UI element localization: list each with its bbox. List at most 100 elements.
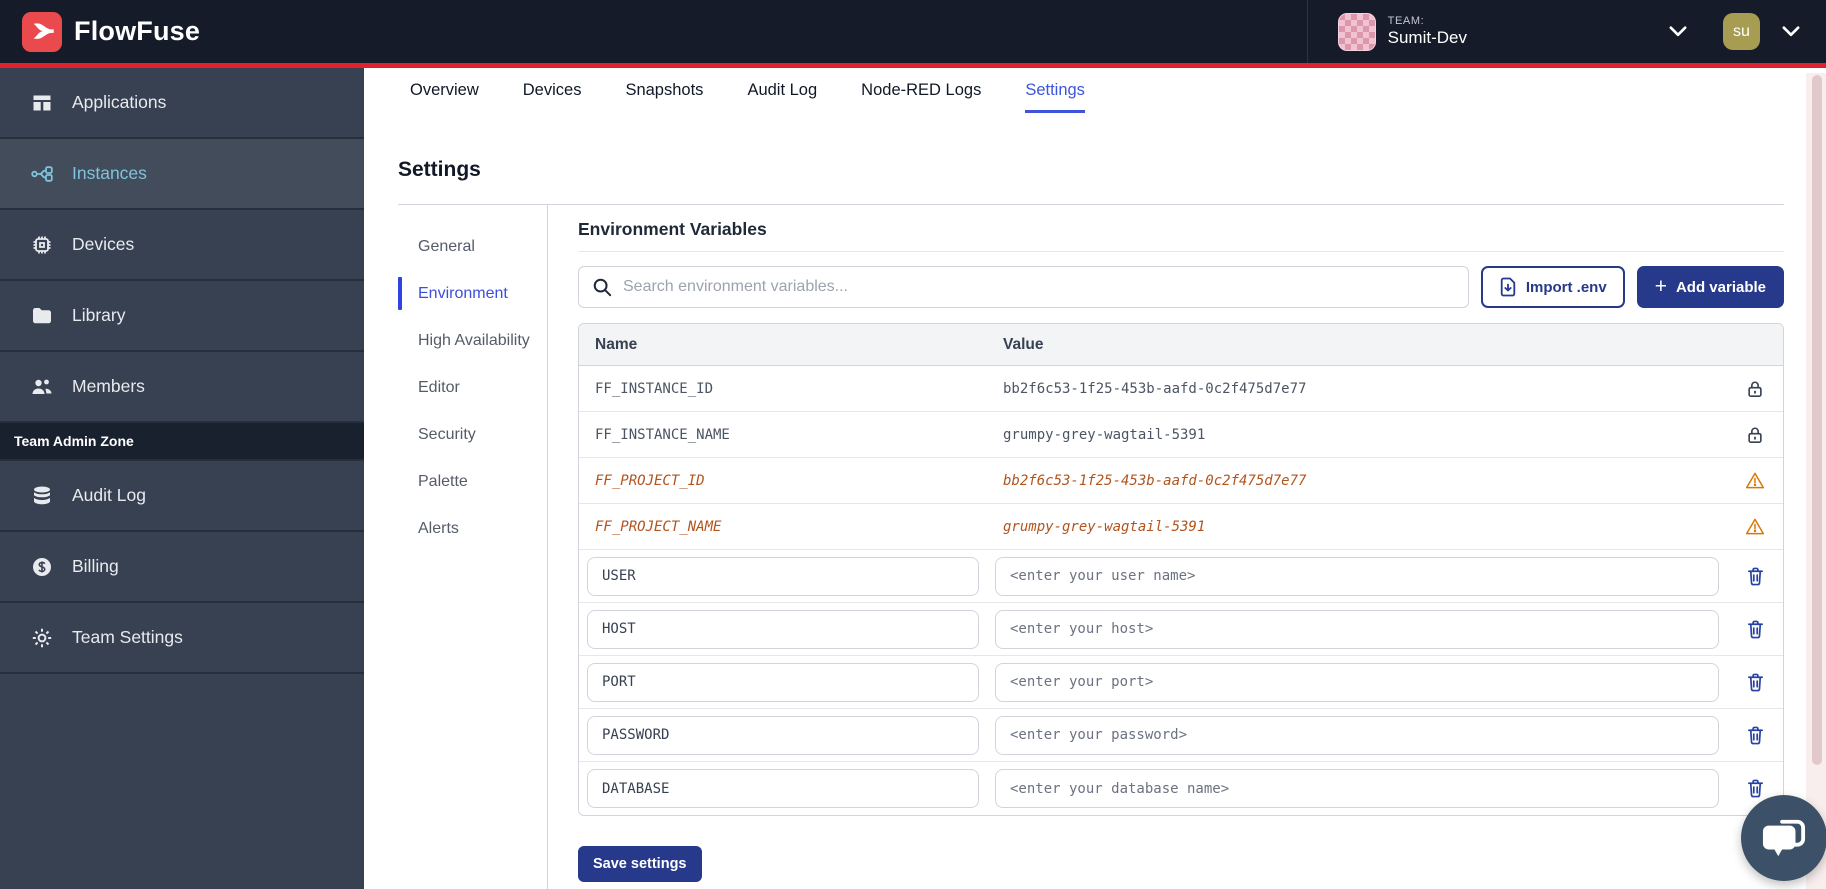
- chevron-down-icon: [1782, 26, 1800, 37]
- team-selector[interactable]: TEAM: Sumit-Dev: [1308, 0, 1713, 63]
- warning-icon: [1745, 517, 1765, 536]
- tab-settings[interactable]: Settings: [1025, 68, 1085, 113]
- column-header-value: Value: [987, 336, 1727, 354]
- env-value-input[interactable]: [995, 557, 1719, 596]
- chat-bubbles-icon: [1761, 816, 1807, 860]
- plus-icon: +: [1655, 276, 1667, 297]
- chat-widget-button[interactable]: [1741, 795, 1826, 881]
- table-row-deprecated: FF_PROJECT_NAME grumpy-grey-wagtail-5391: [579, 504, 1783, 550]
- instance-tabbar: Overview Devices Snapshots Audit Log Nod…: [364, 68, 1826, 113]
- folder-icon: [30, 304, 54, 328]
- tab-node-red-logs[interactable]: Node-RED Logs: [861, 68, 981, 113]
- top-header: FlowFuse TEAM: Sumit-Dev su: [0, 0, 1826, 68]
- env-name-input[interactable]: [587, 769, 979, 808]
- lock-icon: [1746, 379, 1764, 399]
- sidebar-item-audit-log[interactable]: Audit Log: [0, 461, 364, 532]
- sidebar-item-library[interactable]: Library: [0, 281, 364, 352]
- sidebar-item-label: Applications: [72, 92, 166, 113]
- flowfuse-logo-icon: [22, 12, 62, 52]
- table-row-editable: [579, 709, 1783, 762]
- trash-icon[interactable]: [1746, 672, 1765, 693]
- scrollbar-thumb[interactable]: [1812, 75, 1822, 765]
- team-label: TEAM:: [1388, 15, 1467, 28]
- subnav-palette[interactable]: Palette: [398, 458, 547, 505]
- env-value: grumpy-grey-wagtail-5391: [987, 427, 1727, 443]
- add-variable-label: Add variable: [1676, 279, 1766, 296]
- env-value-input[interactable]: [995, 769, 1719, 808]
- sidebar: Applications Instances Devices Library M…: [0, 68, 364, 889]
- sidebar-item-label: Billing: [72, 556, 119, 577]
- env-name-input[interactable]: [587, 716, 979, 755]
- team-avatar: [1338, 13, 1376, 51]
- brand[interactable]: FlowFuse: [0, 12, 200, 52]
- tab-audit-log[interactable]: Audit Log: [747, 68, 817, 113]
- tab-devices[interactable]: Devices: [523, 68, 582, 113]
- env-name: FF_INSTANCE_ID: [579, 381, 987, 397]
- table-row: FF_INSTANCE_ID bb2f6c53-1f25-453b-aafd-0…: [579, 366, 1783, 412]
- subnav-general[interactable]: General: [398, 223, 547, 270]
- trash-icon[interactable]: [1746, 619, 1765, 640]
- trash-icon[interactable]: [1746, 778, 1765, 799]
- table-row-editable: [579, 656, 1783, 709]
- tab-overview[interactable]: Overview: [410, 68, 479, 113]
- sidebar-item-instances[interactable]: Instances: [0, 139, 364, 210]
- env-name-input[interactable]: [587, 557, 979, 596]
- table-row-deprecated: FF_PROJECT_ID bb2f6c53-1f25-453b-aafd-0c…: [579, 458, 1783, 504]
- settings-subnav: General Environment High Availability Ed…: [398, 205, 548, 889]
- add-variable-button[interactable]: + Add variable: [1637, 266, 1784, 308]
- subnav-editor[interactable]: Editor: [398, 364, 547, 411]
- env-name-input[interactable]: [587, 610, 979, 649]
- members-icon: [30, 375, 54, 399]
- page-scrollbar[interactable]: [1806, 73, 1826, 889]
- search-icon: [592, 277, 612, 297]
- instances-icon: [30, 162, 54, 186]
- settings-content: Settings General Environment High Availa…: [364, 113, 1826, 889]
- env-value-input[interactable]: [995, 610, 1719, 649]
- sidebar-item-applications[interactable]: Applications: [0, 68, 364, 139]
- dollar-icon: [30, 555, 54, 579]
- sidebar-item-label: Team Settings: [72, 627, 183, 648]
- env-variables-table: Name Value FF_INSTANCE_ID bb2f6c53-1f25-…: [578, 323, 1784, 816]
- main-area: Overview Devices Snapshots Audit Log Nod…: [364, 68, 1826, 889]
- subnav-high-availability[interactable]: High Availability: [398, 317, 547, 364]
- sidebar-item-label: Library: [72, 305, 126, 326]
- save-settings-button[interactable]: Save settings: [578, 846, 702, 882]
- subnav-environment[interactable]: Environment: [398, 270, 547, 317]
- sidebar-item-members[interactable]: Members: [0, 352, 364, 423]
- user-avatar: su: [1723, 13, 1760, 50]
- chevron-down-icon: [1669, 26, 1687, 37]
- subnav-security[interactable]: Security: [398, 411, 547, 458]
- flowfuse-app: FlowFuse TEAM: Sumit-Dev su Applica: [0, 0, 1826, 889]
- subnav-alerts[interactable]: Alerts: [398, 505, 547, 552]
- env-value: bb2f6c53-1f25-453b-aafd-0c2f475d7e77: [987, 381, 1727, 397]
- import-env-label: Import .env: [1526, 279, 1607, 296]
- env-value: bb2f6c53-1f25-453b-aafd-0c2f475d7e77: [987, 473, 1727, 489]
- table-row-editable: [579, 762, 1783, 815]
- table-row-editable: [579, 550, 1783, 603]
- env-toolbar: Import .env + Add variable: [578, 266, 1784, 308]
- search-input[interactable]: [623, 278, 1455, 296]
- team-admin-zone-label: Team Admin Zone: [0, 423, 364, 461]
- brand-name: FlowFuse: [74, 16, 200, 47]
- trash-icon[interactable]: [1746, 725, 1765, 746]
- tab-snapshots[interactable]: Snapshots: [625, 68, 703, 113]
- sidebar-item-team-settings[interactable]: Team Settings: [0, 603, 364, 674]
- gear-icon: [30, 626, 54, 650]
- env-name: FF_INSTANCE_NAME: [579, 427, 987, 443]
- trash-icon[interactable]: [1746, 566, 1765, 587]
- sidebar-item-billing[interactable]: Billing: [0, 532, 364, 603]
- table-row: FF_INSTANCE_NAME grumpy-grey-wagtail-539…: [579, 412, 1783, 458]
- env-value-input[interactable]: [995, 716, 1719, 755]
- environment-panel: Environment Variables Import .env: [548, 205, 1784, 889]
- search-box: [578, 266, 1469, 308]
- header-right: TEAM: Sumit-Dev su: [1307, 0, 1826, 63]
- sidebar-item-devices[interactable]: Devices: [0, 210, 364, 281]
- device-chip-icon: [30, 233, 54, 257]
- user-menu[interactable]: su: [1713, 13, 1826, 50]
- env-name-input[interactable]: [587, 663, 979, 702]
- env-value-input[interactable]: [995, 663, 1719, 702]
- panel-heading: Environment Variables: [578, 219, 1784, 252]
- env-value: grumpy-grey-wagtail-5391: [987, 519, 1727, 535]
- import-env-button[interactable]: Import .env: [1481, 266, 1625, 308]
- sidebar-item-label: Instances: [72, 163, 147, 184]
